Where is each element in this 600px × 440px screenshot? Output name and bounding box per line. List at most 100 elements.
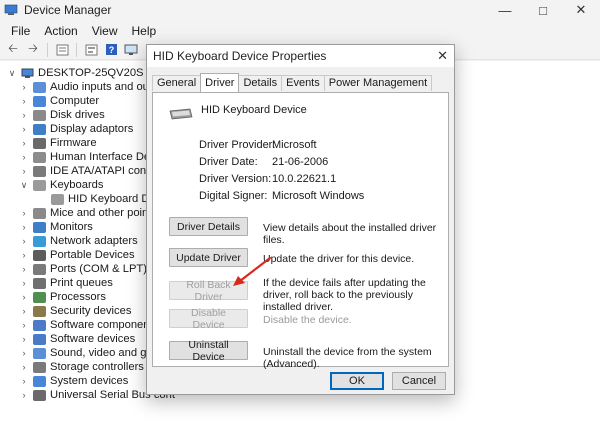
tab-general[interactable]: General bbox=[152, 75, 202, 91]
tree-item-label: System devices bbox=[50, 375, 129, 387]
chevron-right-icon[interactable]: › bbox=[18, 96, 30, 106]
help-button[interactable]: ? bbox=[102, 41, 120, 58]
uninstall-device-desc: Uninstall the device from the system (Ad… bbox=[263, 346, 432, 370]
driver-details-button[interactable]: Driver Details bbox=[169, 217, 248, 236]
tab-details[interactable]: Details bbox=[238, 75, 283, 91]
update-driver-button[interactable]: Update Driver bbox=[169, 248, 248, 267]
maximize-button[interactable]: □ bbox=[524, 0, 562, 20]
tree-category[interactable]: › Security devices bbox=[18, 304, 132, 318]
driver-date-value: 21-06-2006 bbox=[272, 156, 329, 168]
tree-item-label: Security devices bbox=[50, 305, 132, 317]
tree-category[interactable]: › Software components bbox=[18, 318, 159, 332]
tree-item-label: Firmware bbox=[50, 137, 97, 149]
close-button[interactable]: ✕ bbox=[562, 0, 600, 20]
ok-button[interactable]: OK bbox=[330, 372, 384, 390]
chevron-right-icon[interactable]: › bbox=[18, 222, 30, 232]
tree-item-label: Disk drives bbox=[50, 109, 105, 121]
chevron-right-icon[interactable]: › bbox=[18, 236, 30, 246]
tree-root[interactable]: ∨ DESKTOP-25QV20S bbox=[6, 66, 144, 80]
driver-details-desc: View details about the installed driver … bbox=[263, 222, 437, 246]
window-title: Device Manager bbox=[24, 3, 112, 17]
chevron-right-icon[interactable]: › bbox=[18, 348, 30, 358]
tree-category[interactable]: › Portable Devices bbox=[18, 248, 135, 262]
tree-category[interactable]: › Software devices bbox=[18, 332, 136, 346]
tree-category[interactable]: › Storage controllers bbox=[18, 360, 144, 374]
tree-category[interactable]: › Processors bbox=[18, 290, 106, 304]
digital-signer-value: Microsoft Windows bbox=[272, 190, 365, 202]
tree-view-icon bbox=[56, 44, 68, 55]
chevron-right-icon[interactable]: › bbox=[18, 124, 30, 134]
chevron-down-icon[interactable]: ∨ bbox=[6, 68, 18, 79]
chevron-right-icon[interactable]: › bbox=[18, 292, 30, 302]
toolbar-divider bbox=[76, 42, 77, 57]
keyboard-icon bbox=[51, 193, 64, 205]
menu-view[interactable]: View bbox=[85, 24, 125, 38]
firmware-icon bbox=[33, 137, 46, 149]
minimize-button[interactable]: — bbox=[486, 0, 524, 20]
chevron-right-icon[interactable]: › bbox=[18, 306, 30, 316]
tree-category[interactable]: › Mice and other pointing bbox=[18, 206, 167, 220]
chevron-right-icon[interactable]: › bbox=[18, 152, 30, 162]
portable-icon bbox=[33, 249, 46, 261]
chevron-right-icon[interactable]: › bbox=[18, 82, 30, 92]
tree-category[interactable]: › Audio inputs and outpu bbox=[18, 80, 165, 94]
tab-events[interactable]: Events bbox=[281, 75, 325, 91]
tree-item-label: Display adaptors bbox=[50, 123, 134, 135]
dialog-title-bar: HID Keyboard Device Properties ✕ bbox=[147, 45, 454, 67]
menu-action[interactable]: Action bbox=[37, 24, 84, 38]
uninstall-device-button[interactable]: Uninstall Device bbox=[169, 339, 248, 363]
chevron-right-icon[interactable]: › bbox=[18, 334, 30, 344]
menu-help[interactable]: Help bbox=[125, 24, 164, 38]
tree-item-label: Software devices bbox=[50, 333, 136, 345]
tab-driver[interactable]: Driver bbox=[200, 73, 240, 92]
system-icon bbox=[33, 375, 46, 387]
tree-category[interactable]: ∨ Keyboards bbox=[18, 178, 104, 192]
display-icon bbox=[33, 123, 46, 135]
disable-device-button[interactable]: Disable Device bbox=[169, 307, 248, 331]
tab-power-management[interactable]: Power Management bbox=[323, 75, 433, 91]
speaker-icon bbox=[33, 81, 46, 93]
tree-category[interactable]: › Print queues bbox=[18, 276, 113, 290]
menu-file[interactable]: File bbox=[4, 24, 37, 38]
tree-category[interactable]: › Disk drives bbox=[18, 108, 105, 122]
cancel-button[interactable]: Cancel bbox=[392, 372, 446, 390]
printer-icon bbox=[33, 277, 46, 289]
tree-category[interactable]: › Computer bbox=[18, 94, 100, 108]
chevron-right-icon[interactable]: › bbox=[18, 250, 30, 260]
tree-category[interactable]: › Firmware bbox=[18, 136, 97, 150]
back-button[interactable]: 🡠 bbox=[4, 41, 22, 58]
tree-category[interactable]: › Display adaptors bbox=[18, 122, 134, 136]
chevron-right-icon[interactable]: › bbox=[18, 110, 30, 120]
digital-signer-label: Digital Signer: bbox=[199, 190, 268, 202]
chevron-right-icon[interactable]: › bbox=[18, 390, 30, 400]
chevron-right-icon[interactable]: › bbox=[18, 320, 30, 330]
storage-icon bbox=[33, 361, 46, 373]
chevron-down-icon[interactable]: ∨ bbox=[18, 180, 30, 191]
tree-category[interactable]: › System devices bbox=[18, 374, 129, 388]
network-icon bbox=[33, 235, 46, 247]
dialog-close-icon[interactable]: ✕ bbox=[437, 48, 448, 64]
processor-icon bbox=[33, 291, 46, 303]
driver-tab-panel: HID Keyboard Device Driver Provider: Mic… bbox=[152, 92, 449, 370]
tree-category[interactable]: › Monitors bbox=[18, 220, 93, 234]
chevron-right-icon[interactable]: › bbox=[18, 376, 30, 386]
tree-view-button[interactable] bbox=[53, 41, 71, 58]
tree-item-label: Storage controllers bbox=[50, 361, 144, 373]
tree-category[interactable]: › Ports (COM & LPT) bbox=[18, 262, 147, 276]
chevron-right-icon[interactable]: › bbox=[18, 278, 30, 288]
chevron-right-icon[interactable]: › bbox=[18, 362, 30, 372]
properties-button[interactable] bbox=[82, 41, 100, 58]
tree-item-label: Keyboards bbox=[50, 179, 104, 191]
usb-icon bbox=[33, 389, 46, 401]
chevron-right-icon[interactable]: › bbox=[18, 166, 30, 176]
roll-back-driver-button[interactable]: Roll Back Driver bbox=[169, 279, 248, 303]
chevron-right-icon[interactable]: › bbox=[18, 208, 30, 218]
sound-icon bbox=[33, 347, 46, 359]
chevron-right-icon[interactable]: › bbox=[18, 264, 30, 274]
forward-button[interactable]: 🡢 bbox=[24, 41, 42, 58]
chevron-right-icon[interactable]: › bbox=[18, 138, 30, 148]
tree-category[interactable]: › Network adapters bbox=[18, 234, 138, 248]
scan-hardware-button[interactable] bbox=[122, 41, 140, 58]
security-icon bbox=[33, 305, 46, 317]
forward-arrow-icon: 🡢 bbox=[28, 41, 38, 55]
